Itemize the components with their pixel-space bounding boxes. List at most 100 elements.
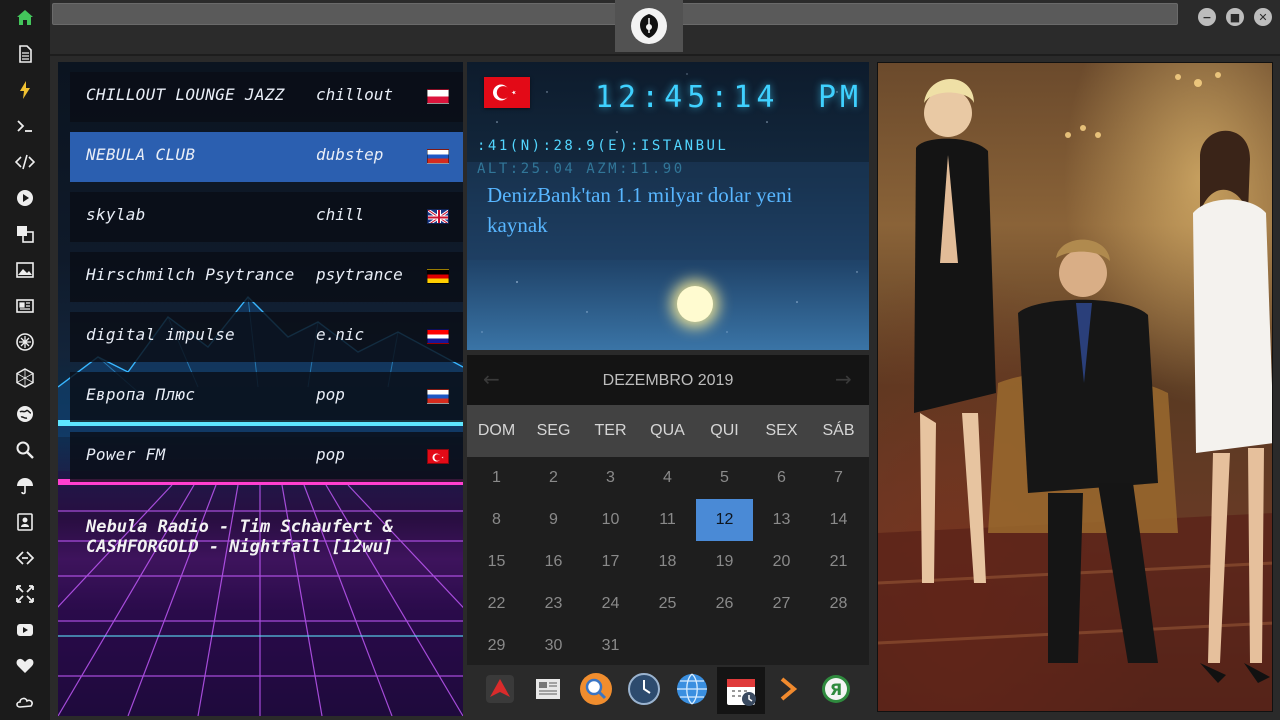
arrow-app-icon[interactable] bbox=[482, 671, 518, 707]
station-genre: chill bbox=[316, 205, 365, 224]
globe-icon[interactable] bbox=[13, 402, 37, 426]
calendar-day[interactable]: 8 bbox=[468, 499, 525, 541]
photo-people-image bbox=[878, 72, 1272, 711]
newspaper-app-icon[interactable] bbox=[530, 671, 566, 707]
calendar-day[interactable]: 18 bbox=[639, 541, 696, 583]
heart-icon[interactable] bbox=[13, 654, 37, 678]
calendar-day[interactable]: 2 bbox=[525, 457, 582, 499]
weekday-label: SÁB bbox=[822, 422, 855, 439]
calendar-day[interactable]: 25 bbox=[639, 583, 696, 625]
station-row[interactable]: Power FM pop bbox=[70, 432, 463, 482]
yandex-app-icon[interactable]: Я bbox=[818, 671, 854, 707]
calendar-day[interactable]: 7 bbox=[810, 457, 867, 499]
maximize-button[interactable]: ■ bbox=[1226, 8, 1244, 26]
news-icon[interactable] bbox=[13, 294, 37, 318]
station-row[interactable]: CHILLOUT LOUNGE JAZZ chillout bbox=[70, 72, 463, 122]
play-icon[interactable] bbox=[13, 186, 37, 210]
calendar-day[interactable]: 30 bbox=[525, 625, 582, 667]
clock-app-icon[interactable] bbox=[626, 671, 662, 707]
calendar-day[interactable]: 20 bbox=[753, 541, 810, 583]
station-genre: e.nic bbox=[316, 325, 365, 344]
calendar-day[interactable]: 1 bbox=[468, 457, 525, 499]
calendar-day[interactable]: 6 bbox=[753, 457, 810, 499]
calendar-app-icon[interactable] bbox=[717, 667, 765, 714]
app-root: − ■ ✕ CHILLOUT LOUNGE JAZZ chillout NEBU… bbox=[0, 0, 1280, 720]
terminal-icon[interactable] bbox=[13, 114, 37, 138]
calendar-day[interactable]: 16 bbox=[525, 541, 582, 583]
globe-app-icon[interactable] bbox=[674, 671, 710, 707]
calendar-day-today[interactable]: 12 bbox=[696, 499, 753, 541]
calendar-day[interactable]: 31 bbox=[582, 625, 639, 667]
station-name: NEBULA CLUB bbox=[86, 145, 196, 164]
calendar-day[interactable]: 21 bbox=[810, 541, 867, 583]
now-playing-text: Nebula Radio - Tim Schaufert & CASHFORGO… bbox=[86, 517, 394, 557]
calendar-day[interactable]: 15 bbox=[468, 541, 525, 583]
calendar-day[interactable]: 4 bbox=[639, 457, 696, 499]
calendar-day[interactable]: 29 bbox=[468, 625, 525, 667]
yandex-letter: Я bbox=[830, 680, 842, 699]
station-row[interactable]: Европа Плюс pop bbox=[70, 372, 463, 422]
hexagon-icon[interactable] bbox=[13, 366, 37, 390]
germany-flag-icon bbox=[427, 269, 449, 284]
weekday-label: DOM bbox=[477, 422, 516, 439]
calendar-day[interactable]: 14 bbox=[810, 499, 867, 541]
calendar-day[interactable]: 13 bbox=[753, 499, 810, 541]
calendar-widget: ← DEZEMBRO 2019 → DOM SEG TER QUA QUI SE… bbox=[467, 355, 869, 665]
calendar-weekdays: DOM SEG TER QUA QUI SEX SÁB bbox=[467, 405, 869, 457]
home-icon[interactable] bbox=[13, 6, 37, 30]
station-row[interactable]: skylab chill bbox=[70, 192, 463, 242]
station-name: skylab bbox=[86, 205, 146, 224]
station-name: CHILLOUT LOUNGE JAZZ bbox=[86, 85, 285, 104]
youtube-icon[interactable] bbox=[13, 618, 37, 642]
search-app-icon[interactable] bbox=[578, 671, 614, 707]
close-button[interactable]: ✕ bbox=[1254, 8, 1272, 26]
calendar-day[interactable]: 3 bbox=[582, 457, 639, 499]
expand-icon[interactable] bbox=[13, 582, 37, 606]
calendar-day[interactable]: 24 bbox=[582, 583, 639, 625]
calendar-day[interactable]: 11 bbox=[639, 499, 696, 541]
code-icon[interactable] bbox=[13, 150, 37, 174]
calendar-day[interactable]: 17 bbox=[582, 541, 639, 583]
photo-panel[interactable] bbox=[877, 62, 1273, 712]
station-genre: pop bbox=[316, 445, 345, 464]
search-icon[interactable] bbox=[13, 438, 37, 462]
app-dock: Я bbox=[467, 665, 869, 716]
contacts-icon[interactable] bbox=[13, 510, 37, 534]
station-row[interactable]: digital impulse e.nic bbox=[70, 312, 463, 362]
weekday-label: TER bbox=[594, 422, 627, 439]
image-icon[interactable] bbox=[13, 258, 37, 282]
calendar-day[interactable]: 28 bbox=[810, 583, 867, 625]
cloud-icon[interactable] bbox=[13, 690, 37, 714]
turkey-flag-icon bbox=[484, 77, 530, 108]
umbrella-icon[interactable] bbox=[13, 474, 37, 498]
news-headline[interactable]: DenizBank'tan 1.1 milyar dolar yeni kayn… bbox=[487, 180, 857, 240]
rebel-icon[interactable] bbox=[13, 330, 37, 354]
weekday-label: SEX bbox=[765, 422, 798, 439]
rebel-emblem-icon bbox=[631, 8, 667, 44]
calendar-day[interactable]: 19 bbox=[696, 541, 753, 583]
link-icon[interactable] bbox=[13, 546, 37, 570]
translate-icon[interactable] bbox=[13, 222, 37, 246]
calendar-month-title: DEZEMBRO 2019 bbox=[602, 372, 734, 389]
station-genre: chillout bbox=[316, 85, 394, 104]
forward-app-icon[interactable] bbox=[770, 671, 806, 707]
calendar-next-button[interactable]: → bbox=[835, 367, 852, 391]
croatia-flag-icon bbox=[427, 329, 449, 344]
calendar-header: ← DEZEMBRO 2019 → bbox=[467, 355, 869, 405]
emblem-tab[interactable] bbox=[615, 0, 683, 52]
document-icon[interactable] bbox=[13, 42, 37, 66]
calendar-day[interactable]: 22 bbox=[468, 583, 525, 625]
calendar-day[interactable]: 9 bbox=[525, 499, 582, 541]
clock-ampm: PM bbox=[818, 80, 863, 115]
top-bar: − ■ ✕ bbox=[50, 0, 1280, 56]
calendar-day[interactable]: 5 bbox=[696, 457, 753, 499]
minimize-button[interactable]: − bbox=[1198, 8, 1216, 26]
calendar-day[interactable]: 23 bbox=[525, 583, 582, 625]
station-row-active[interactable]: NEBULA CLUB dubstep bbox=[70, 132, 463, 182]
calendar-day[interactable]: 27 bbox=[753, 583, 810, 625]
calendar-day[interactable]: 10 bbox=[582, 499, 639, 541]
station-name: Hirschmilch Psytrance bbox=[86, 265, 295, 284]
calendar-day[interactable]: 26 bbox=[696, 583, 753, 625]
station-row[interactable]: Hirschmilch Psytrance psytrance bbox=[70, 252, 463, 302]
lightning-icon[interactable] bbox=[13, 78, 37, 102]
